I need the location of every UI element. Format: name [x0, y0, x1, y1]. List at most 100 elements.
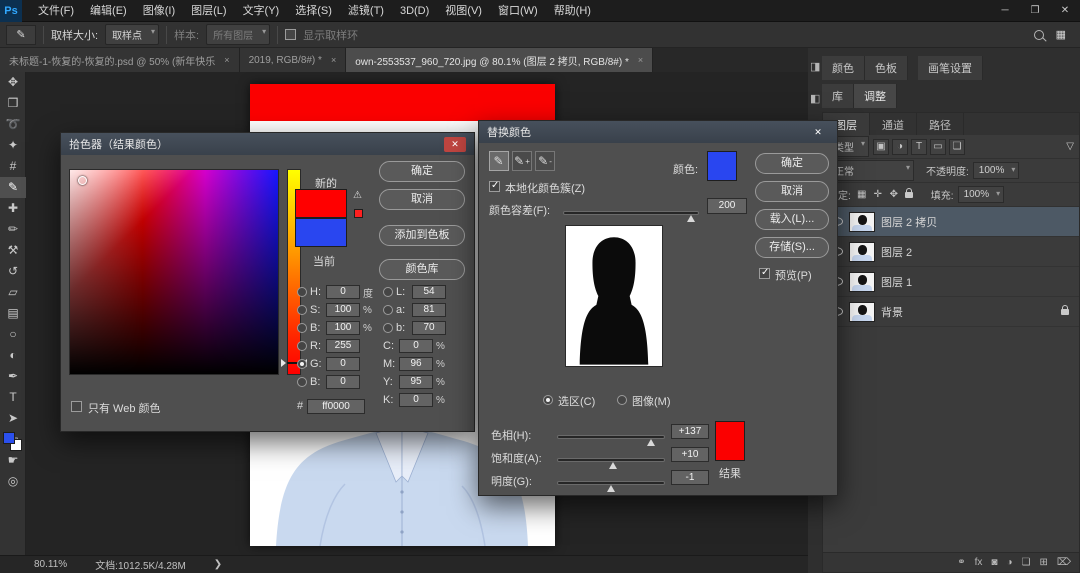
pen-tool[interactable]: ✒	[0, 366, 26, 387]
layer-row[interactable]: 背景	[823, 297, 1079, 327]
fuzziness-slider-thumb[interactable]	[687, 215, 696, 222]
menu-item[interactable]: 文字(Y)	[235, 0, 288, 22]
menu-item[interactable]: 滤镜(T)	[340, 0, 392, 22]
tab-close-icon[interactable]: ×	[638, 55, 643, 65]
filter-smart-objects-icon[interactable]: ❏	[949, 138, 965, 155]
close-icon[interactable]: ✕	[807, 125, 829, 140]
component-input[interactable]: 0	[326, 357, 360, 371]
sample-dropdown[interactable]: 所有图层	[206, 24, 271, 45]
menu-item[interactable]: 视图(V)	[437, 0, 490, 22]
menu-item[interactable]: 窗口(W)	[490, 0, 546, 22]
component-input[interactable]: 95	[399, 375, 433, 389]
lock-all-icon[interactable]	[904, 187, 913, 198]
document-tab[interactable]: 未标题-1-恢复的-恢复的.psd @ 50% (新年快乐 ×	[0, 48, 240, 72]
show-sampling-ring-checkbox[interactable]	[285, 29, 297, 40]
component-input[interactable]: 0	[326, 285, 360, 299]
document-tab[interactable]: own-2553537_960_720.jpg @ 80.1% (图层 2 拷贝…	[346, 48, 654, 72]
hue-slider-thumb[interactable]	[647, 439, 656, 446]
color-libraries-button[interactable]: 颜色库	[379, 259, 465, 280]
maximize-button[interactable]: ❐	[1020, 0, 1050, 22]
component-input[interactable]: 0	[399, 393, 433, 407]
brush-tool[interactable]: ✏	[0, 219, 26, 240]
panel-tab[interactable]: 库	[822, 84, 854, 108]
opacity-dropdown[interactable]: 100%	[972, 162, 1020, 179]
layer-effects-icon[interactable]: fx	[975, 557, 983, 568]
add-to-sample-eyedropper[interactable]: ✎ +	[512, 151, 532, 171]
lock-transparency-icon[interactable]: ▦	[855, 189, 869, 200]
eyedropper-tool[interactable]: ✎	[0, 177, 26, 198]
fuzziness-slider[interactable]	[563, 211, 699, 222]
layer-row[interactable]: 图层 2 拷贝	[823, 207, 1079, 237]
web-safe-swatch[interactable]	[354, 209, 363, 218]
sample-eyedropper[interactable]: ✎	[489, 151, 509, 171]
component-input[interactable]: 100	[326, 321, 360, 335]
component-radio[interactable]	[383, 305, 393, 315]
path-selection-tool[interactable]: ➤	[0, 408, 26, 429]
lightness-slider-thumb[interactable]	[607, 485, 615, 492]
sample-size-dropdown[interactable]: 取样点	[105, 24, 160, 45]
component-radio[interactable]	[297, 377, 307, 387]
lasso-tool[interactable]: ➰	[0, 114, 26, 135]
filter-type-layers-icon[interactable]: T	[911, 138, 927, 155]
lightness-slider[interactable]	[557, 481, 665, 492]
hex-input[interactable]: ff0000	[307, 398, 365, 414]
panel-tab[interactable]: 调整	[854, 84, 897, 108]
layer-thumbnail[interactable]	[849, 301, 875, 322]
component-input[interactable]: 0	[399, 339, 433, 353]
new-layer-icon[interactable]: ⊞	[1039, 557, 1047, 568]
component-radio[interactable]	[297, 359, 307, 369]
panel-tab[interactable]: 色板	[865, 56, 908, 80]
color-field[interactable]	[69, 169, 279, 375]
component-input[interactable]: 96	[399, 357, 433, 371]
document-tab[interactable]: 2019, RGB/8#) * ×	[239, 48, 347, 72]
marquee-tool[interactable]: ❒	[0, 93, 26, 114]
component-radio[interactable]	[297, 287, 307, 297]
adjustment-layer-icon[interactable]: ◑	[1006, 557, 1012, 568]
component-radio[interactable]	[297, 341, 307, 351]
ok-button[interactable]: 确定	[379, 161, 465, 182]
saturation-slider[interactable]	[557, 458, 665, 469]
tab-close-icon[interactable]: ×	[331, 55, 336, 65]
component-radio[interactable]	[297, 305, 307, 315]
load-button[interactable]: 载入(L)...	[755, 209, 829, 230]
preview-checkbox[interactable]	[759, 267, 770, 279]
menu-item[interactable]: 图像(I)	[135, 0, 183, 22]
fuzziness-input[interactable]: 200	[707, 198, 747, 214]
localized-clusters-checkbox[interactable]	[489, 180, 500, 192]
save-button[interactable]: 存储(S)...	[755, 237, 829, 258]
dialog-title-bar[interactable]: 替换颜色 ✕	[479, 121, 837, 143]
component-input[interactable]: 54	[412, 285, 446, 299]
status-chevron-icon[interactable]: ❯	[214, 559, 222, 570]
lightness-input[interactable]: -1	[671, 470, 709, 485]
search-icon[interactable]	[1033, 29, 1044, 40]
foreground-color-swatch[interactable]	[3, 432, 15, 444]
layer-filter-toggle-icon[interactable]: ▽	[1066, 141, 1074, 152]
layer-row[interactable]: 图层 1	[823, 267, 1079, 297]
selection-preview[interactable]	[565, 225, 663, 367]
menu-item[interactable]: 3D(D)	[392, 0, 437, 22]
subtract-from-sample-eyedropper[interactable]: ✎ -	[535, 151, 555, 171]
layer-thumbnail[interactable]	[849, 241, 875, 262]
minimize-button[interactable]: ─	[990, 0, 1020, 22]
add-to-swatches-button[interactable]: 添加到色板	[379, 225, 465, 246]
component-input[interactable]: 70	[412, 321, 446, 335]
component-input[interactable]: 0	[326, 375, 360, 389]
layer-thumbnail[interactable]	[849, 271, 875, 292]
filter-shape-layers-icon[interactable]: ▭	[930, 138, 946, 155]
component-radio[interactable]	[383, 323, 393, 333]
filter-pixel-layers-icon[interactable]: ▣	[873, 138, 889, 155]
delete-layer-icon[interactable]: ⌦	[1057, 557, 1071, 568]
hand-tool[interactable]: ☛	[0, 450, 26, 471]
fill-dropdown[interactable]: 100%	[957, 186, 1005, 203]
lock-position-icon[interactable]: ✥	[887, 189, 901, 200]
component-radio[interactable]	[383, 287, 393, 297]
lock-paint-icon[interactable]: ✛	[871, 189, 885, 200]
layer-thumbnail[interactable]	[849, 211, 875, 232]
clone-stamp-tool[interactable]: ⚒	[0, 240, 26, 261]
menu-item[interactable]: 帮助(H)	[546, 0, 599, 22]
layer-row[interactable]: 图层 2	[823, 237, 1079, 267]
sa​turation-input[interactable]: +10	[671, 447, 709, 462]
hue-input[interactable]: +137	[671, 424, 709, 439]
web-only-checkbox[interactable]	[71, 401, 82, 412]
cancel-button[interactable]: 取消	[755, 181, 829, 202]
